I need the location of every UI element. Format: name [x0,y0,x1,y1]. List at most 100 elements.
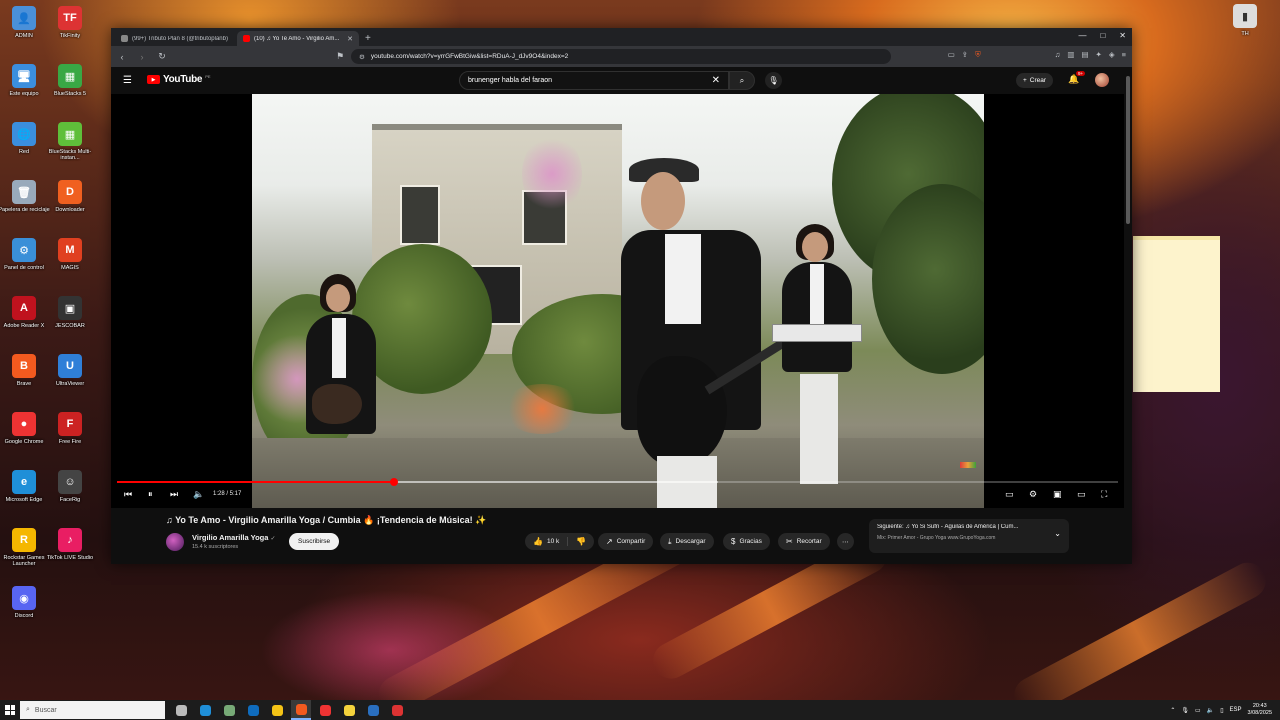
tab-close-icon[interactable]: ✕ [347,35,353,43]
task-view-icon [175,704,187,716]
desktop-icon[interactable]: ☺ FaceRig [42,470,98,524]
search-input[interactable]: brunenger habla del faraon ✕ [459,71,729,90]
taskbar-search-input[interactable]: ⌕ Buscar [20,701,165,719]
taskbar-app-steam[interactable] [363,700,383,720]
next-icon[interactable]: ⏭ [170,489,178,500]
maximize-button[interactable]: □ [1100,31,1105,40]
desktop-icon-label: TikTok LIVE Studio [46,555,94,561]
share-button[interactable]: ↗ Compartir [598,533,654,550]
desktop-icon[interactable]: ♪ TikTok LIVE Studio [42,528,98,582]
desktop-icon[interactable]: M MAGIS [42,238,98,292]
copilot-icon [223,704,235,716]
video-frame[interactable] [252,94,984,508]
desktop-icon[interactable]: U UltraViewer [42,354,98,408]
taskbar-app-edge[interactable] [195,700,215,720]
brave-shield-icon[interactable]: ⛨ [975,50,981,60]
vpn-icon[interactable]: ◈ [1109,50,1115,60]
desktop-icon-label: Free Fire [58,439,82,445]
share-icon[interactable]: ⇪ [962,50,968,60]
chevron-down-icon[interactable]: ⌄ [1054,529,1061,538]
sidebar-icon[interactable]: ▥ [1067,50,1074,60]
progress-bar[interactable] [117,478,1118,486]
volume-icon[interactable]: 🔈 [193,489,204,500]
tab-bar: (99+) Tributo Plan 8 (@tributoplanb) (10… [111,28,1132,46]
close-window-button[interactable]: ✕ [1119,31,1126,40]
start-button[interactable] [0,700,20,720]
share-arrow-icon: ↗ [606,537,613,546]
clip-button[interactable]: ✂ Recortar [778,533,830,550]
taskbar-app-chrome[interactable] [315,700,335,720]
url-field[interactable]: ⚙ youtube.com/watch?v=yrrGFwBtGiw&list=R… [351,49,891,64]
desktop-icon[interactable]: ▦ BlueStacks 5 [42,64,98,118]
search-button[interactable]: ⌕ [729,71,755,90]
miniplayer-icon[interactable]: ▣ [1053,489,1062,500]
back-icon[interactable]: ‹ [117,52,127,62]
taskbar-app-sticky-notes[interactable] [339,700,359,720]
tab-youtube-video[interactable]: (10) ♫ Yo Te Amo - Virgilio Am... ✕ [237,31,359,46]
desktop-icon[interactable]: ▣ JESCOBAR [42,296,98,350]
desktop-icon[interactable]: ▦ BlueStacks Multi-instan... [42,122,98,176]
menu-icon[interactable]: ≡ [1122,50,1126,60]
channel-avatar[interactable] [166,533,184,551]
youtube-favicon-icon [243,35,250,42]
taskbar-app-ultraviewer[interactable] [387,700,407,720]
app-icon: TF [58,6,82,30]
mic-icon[interactable]: 🎙 [1181,707,1189,714]
cast-icon[interactable]: ▭ [948,50,955,60]
subscribe-button[interactable]: Suscribirse [289,533,340,550]
video-player[interactable]: ⏮ ⏸ ⏭ 🔈 1:28 / 5:17 ▭ ⚙ ▣ ▭ ⛶ [111,94,1124,508]
new-tab-button[interactable]: + [359,31,377,46]
pause-icon[interactable]: ⏸ [148,489,153,500]
theater-mode-icon[interactable]: ▭ [1077,489,1086,500]
language-indicator[interactable]: ESP [1230,707,1242,713]
desktop-icon[interactable]: TF TikFinity [42,6,98,60]
desktop-icon-label: TikFinity [59,33,81,39]
desktop-icon[interactable]: ◉ Discord [0,586,52,640]
channel-name[interactable]: Virgilio Amarilla Yoga ✓ [192,533,276,542]
desktop-icon[interactable]: F Free Fire [42,412,98,466]
subtitles-icon[interactable]: ▭ [1005,489,1014,500]
browser-window: (99+) Tributo Plan 8 (@tributoplanb) (10… [111,28,1132,564]
settings-gear-icon[interactable]: ⚙ [1029,489,1037,500]
voice-search-button[interactable]: 🎙 [765,72,782,89]
more-actions-button[interactable]: ⋯ [837,533,854,550]
download-button[interactable]: ⤓ Descargar [660,533,714,550]
dislike-button[interactable]: 👎 [568,537,594,546]
taskbar-app-copilot[interactable] [219,700,239,720]
reader-icon[interactable]: ▤ [1081,50,1088,60]
taskbar-app-outlook[interactable] [243,700,263,720]
sticky-note[interactable] [1133,236,1220,392]
taskbar-app-brave[interactable] [291,700,311,720]
desktop-icon[interactable]: D Downloader [42,180,98,234]
page-scrollbar-thumb[interactable] [1126,76,1130,224]
reload-icon[interactable]: ↻ [157,51,167,62]
previous-icon[interactable]: ⏮ [124,489,132,500]
network-icon[interactable]: ▭ [1195,707,1201,714]
tab-tributo[interactable]: (99+) Tributo Plan 8 (@tributoplanb) [115,31,237,46]
desktop-icon-th[interactable]: ▮ TH [1217,4,1273,58]
clear-search-icon[interactable]: ✕ [712,75,720,86]
forward-icon[interactable]: › [137,52,147,62]
extensions-icon[interactable]: ✦ [1096,50,1102,60]
thanks-button[interactable]: $ Gracias [723,533,770,550]
bookmark-icon[interactable]: ⚑ [335,51,345,62]
create-button[interactable]: + Crear [1016,73,1054,88]
tray-chevron-icon[interactable]: ⌃ [1170,707,1175,714]
up-next-card[interactable]: Siguiente: ♫ Yo Si Sufri - Águilas de Am… [869,519,1069,553]
volume-tray-icon[interactable]: 🔈 [1207,707,1214,714]
account-avatar[interactable] [1095,73,1109,87]
taskbar-app-explorer[interactable] [267,700,287,720]
taskbar-app-task-view[interactable] [171,700,191,720]
battery-icon[interactable]: ▯ [1220,707,1223,714]
guide-menu-icon[interactable]: ☰ [123,75,132,86]
like-button[interactable]: 👍 10 k [533,537,569,546]
clock[interactable]: 20:43 3/08/2025 [1248,703,1272,716]
fullscreen-icon[interactable]: ⛶ [1101,489,1107,500]
youtube-logo[interactable]: ▶ YouTube PE [147,74,211,85]
app-icon: F [58,412,82,436]
app-icon: 🌐 [12,122,36,146]
music-icon[interactable]: ♫ [1055,50,1061,60]
minimize-button[interactable]: — [1078,31,1086,40]
time-display: 1:28 / 5:17 [213,491,242,497]
site-info-icon[interactable]: ⚙ [359,53,365,61]
